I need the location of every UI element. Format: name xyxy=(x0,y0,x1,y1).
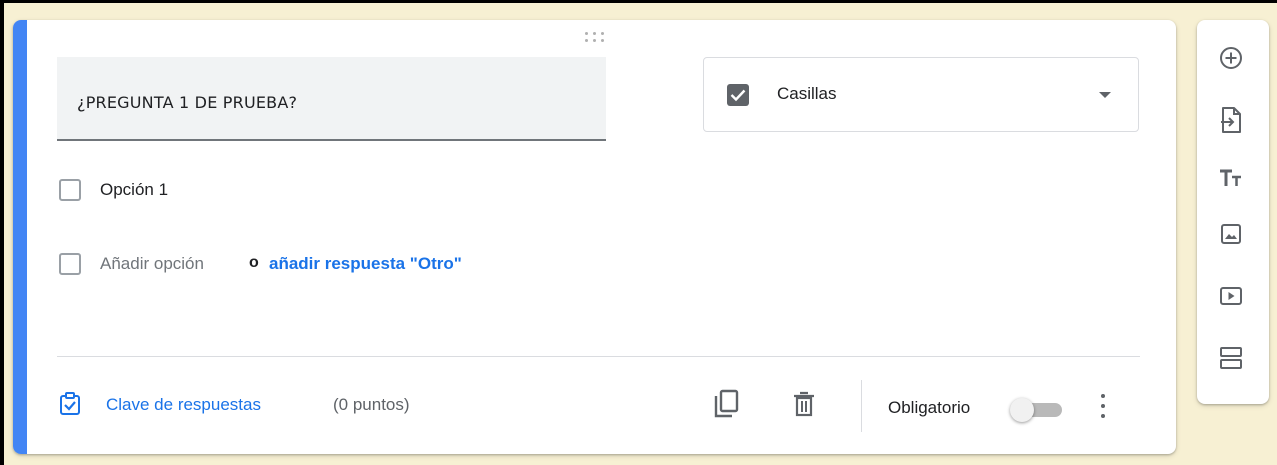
window-border-left xyxy=(0,0,4,465)
add-video-icon xyxy=(1219,286,1243,311)
trash-icon xyxy=(793,391,815,422)
duplicate-button[interactable] xyxy=(708,388,744,424)
footer-separator xyxy=(861,380,862,432)
import-questions-icon xyxy=(1220,106,1242,138)
active-card-indicator xyxy=(13,20,27,454)
add-image-button[interactable] xyxy=(1211,216,1251,256)
question-title-field[interactable]: ¿PREGUNTA 1 DE PRUEBA? xyxy=(57,57,606,141)
drag-handle-icon[interactable] xyxy=(585,32,611,46)
points-label: (0 puntos) xyxy=(333,395,410,414)
window-border-top xyxy=(0,0,1277,3)
required-toggle[interactable] xyxy=(1010,397,1066,423)
question-type-dropdown[interactable]: Casillas xyxy=(703,57,1139,132)
clipboard-check-icon xyxy=(59,392,81,421)
add-title-button[interactable] xyxy=(1211,160,1251,200)
question-title-text: ¿PREGUNTA 1 DE PRUEBA? xyxy=(77,93,298,112)
add-option-checkbox xyxy=(59,253,81,275)
add-other-answer-link[interactable]: añadir respuesta "Otro" xyxy=(269,254,462,274)
toggle-thumb xyxy=(1010,398,1034,422)
chevron-down-icon xyxy=(1099,92,1111,98)
option-1-checkbox xyxy=(59,179,81,201)
required-label: Obligatorio xyxy=(888,398,971,417)
add-image-icon xyxy=(1220,223,1242,250)
answer-key-label: Clave de respuestas xyxy=(106,395,261,414)
question-type-label: Casillas xyxy=(777,84,837,103)
add-video-button[interactable] xyxy=(1211,278,1251,318)
or-separator: o xyxy=(249,254,259,271)
add-question-button[interactable] xyxy=(1211,40,1251,80)
add-section-button[interactable] xyxy=(1211,340,1251,380)
add-question-icon xyxy=(1219,46,1243,75)
checkbox-type-icon xyxy=(727,84,749,106)
add-option-input[interactable]: Añadir opción xyxy=(100,254,204,274)
footer-divider xyxy=(57,356,1140,357)
option-1-label[interactable]: Opción 1 xyxy=(100,180,168,200)
add-section-icon xyxy=(1219,346,1243,375)
delete-button[interactable] xyxy=(786,388,822,424)
import-questions-button[interactable] xyxy=(1211,102,1251,142)
copy-icon xyxy=(712,389,740,424)
add-title-icon xyxy=(1219,168,1243,193)
floating-toolbar xyxy=(1197,20,1269,404)
question-card[interactable]: ¿PREGUNTA 1 DE PRUEBA? Casillas Opción 1… xyxy=(13,20,1176,454)
more-options-icon[interactable] xyxy=(1091,388,1115,424)
